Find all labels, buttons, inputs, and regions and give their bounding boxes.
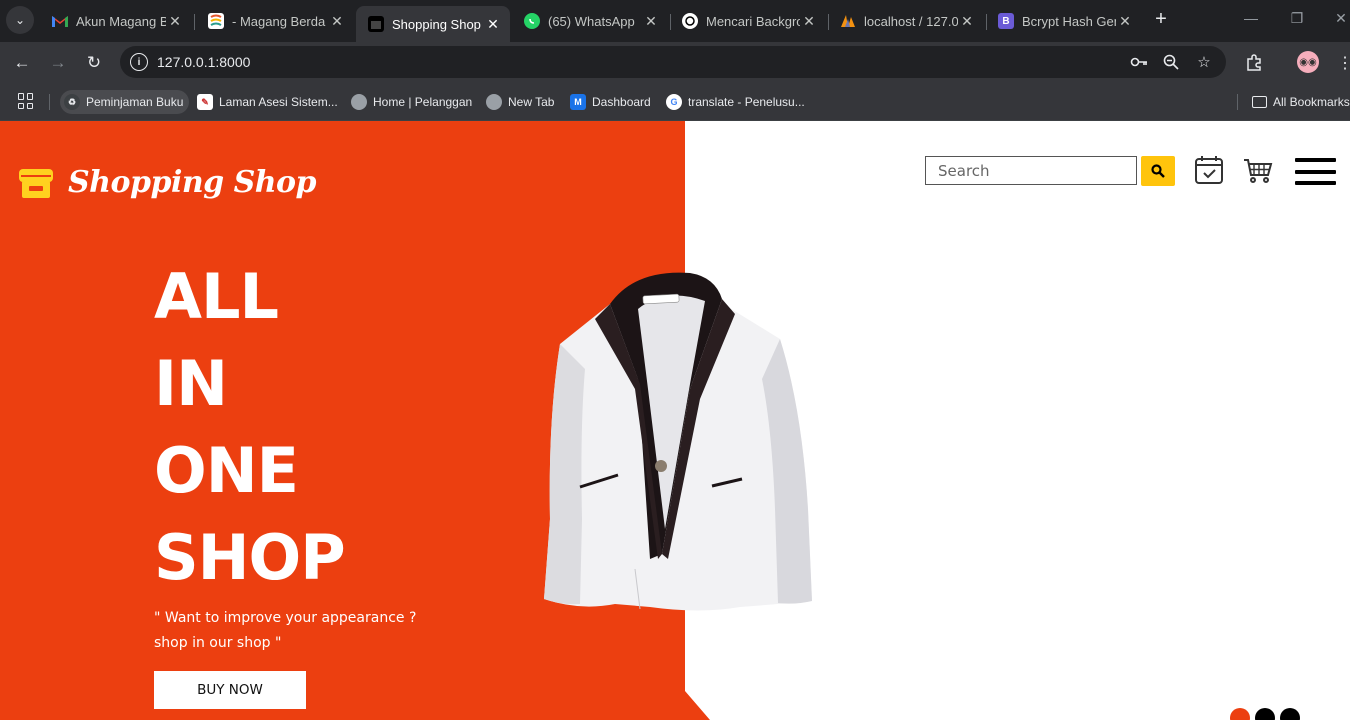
headline-line: ALL (154, 260, 279, 333)
brand-name: Shopping Shop (68, 165, 317, 200)
new-tab-button[interactable]: + (1150, 8, 1172, 30)
extensions-icon[interactable] (1243, 52, 1265, 74)
buy-now-button[interactable]: BUY NOW (154, 671, 306, 709)
close-icon[interactable]: ✕ (328, 12, 346, 30)
bookmark-star-icon[interactable]: ☆ (1193, 52, 1215, 72)
bcrypt-icon: B (998, 13, 1014, 29)
tab-label: Mencari Backgro (706, 13, 800, 29)
search-input[interactable] (925, 156, 1137, 185)
bookmark-new-tab[interactable]: New Tab (486, 90, 554, 114)
bookmark-home-pelanggan[interactable]: Home | Pelanggan (351, 90, 472, 114)
profile-avatar[interactable]: ◉◉ (1297, 51, 1319, 73)
bookmark-peminjaman-buku[interactable]: ♻ Peminjaman Buku (60, 90, 190, 114)
google-icon: G (666, 94, 682, 110)
bookmark-label: Dashboard (592, 95, 651, 109)
m-icon: M (570, 94, 586, 110)
tab-label: Bcrypt Hash Gen (1022, 13, 1116, 29)
bookmark-label: translate - Penelusu... (688, 95, 805, 109)
phpmyadmin-icon (840, 13, 856, 29)
tab-magang[interactable]: - Magang Berda ✕ (196, 6, 354, 36)
bookmark-label: Peminjaman Buku (86, 95, 184, 109)
hero-headline: ALL IN ONE SHOP (154, 253, 346, 601)
back-button[interactable]: ← (11, 52, 33, 74)
tab-label: - Magang Berda (232, 13, 326, 29)
key-icon[interactable] (1128, 52, 1150, 72)
headline-line: SHOP (154, 521, 346, 594)
browser-chrome: ⌄ Akun Magang Be ✕ - Magang Berda ✕ Shop… (0, 0, 1350, 121)
tab-shopping-shop[interactable]: Shopping Shop ✕ (356, 6, 510, 42)
hero-tagline: " Want to improve your appearance ? shop… (154, 606, 416, 656)
forward-button[interactable]: → (47, 52, 69, 74)
headline-line: IN (154, 347, 228, 420)
close-icon[interactable]: ✕ (1116, 12, 1134, 30)
minimize-button[interactable]: — (1236, 10, 1266, 26)
bookmarks-bar: ♻ Peminjaman Buku ✎ Laman Asesi Sistem..… (0, 82, 1350, 121)
zoom-icon[interactable] (1160, 52, 1182, 72)
whatsapp-icon (524, 13, 540, 29)
slide-dot[interactable] (1230, 708, 1250, 720)
folder-icon (1252, 96, 1267, 108)
tab-strip: ⌄ Akun Magang Be ✕ - Magang Berda ✕ Shop… (0, 0, 1350, 42)
browser-toolbar: ← → ↻ i 127.0.0.1:8000 ☆ ◉◉ ⋮ (0, 42, 1350, 82)
slider-dots (1230, 708, 1300, 720)
calendar-icon[interactable] (1193, 154, 1225, 186)
bookmark-label: Laman Asesi Sistem... (219, 95, 338, 109)
all-bookmarks[interactable]: All Bookmarks (1252, 90, 1350, 114)
store-icon (19, 167, 53, 199)
tab-phpmyadmin[interactable]: localhost / 127.0 ✕ (828, 6, 984, 36)
close-icon[interactable]: ✕ (642, 12, 660, 30)
cart-icon[interactable] (1242, 154, 1274, 186)
globe-icon (351, 94, 367, 110)
brand-logo[interactable]: Shopping Shop (19, 165, 317, 200)
globe-icon (486, 94, 502, 110)
apps-grid-icon[interactable] (18, 93, 34, 109)
tab-bcrypt[interactable]: B Bcrypt Hash Gen ✕ (986, 6, 1142, 36)
tab-chatgpt[interactable]: Mencari Backgro ✕ (670, 6, 826, 36)
bookmark-label: Home | Pelanggan (373, 95, 473, 109)
tab-gmail[interactable]: Akun Magang Be ✕ (40, 6, 192, 36)
slide-dot[interactable] (1280, 708, 1300, 720)
search-icon (1151, 164, 1165, 178)
chatgpt-icon (682, 13, 698, 29)
shop-page: Shopping Shop ALL IN ONE SHOP " Want to … (0, 121, 1350, 720)
tab-whatsapp[interactable]: (65) WhatsApp ✕ (512, 6, 668, 36)
restore-button[interactable]: ❐ (1282, 10, 1312, 27)
address-bar[interactable]: i 127.0.0.1:8000 ☆ (120, 46, 1226, 78)
shop-icon (368, 16, 384, 32)
bookmark-laman-asesi[interactable]: ✎ Laman Asesi Sistem... (197, 90, 338, 114)
close-icon[interactable]: ✕ (958, 12, 976, 30)
hamburger-menu-icon[interactable] (1295, 158, 1336, 185)
doc-icon (208, 13, 224, 29)
close-window-button[interactable]: ✕ (1326, 10, 1350, 27)
url-text: 127.0.0.1:8000 (157, 54, 251, 70)
search-button[interactable] (1141, 156, 1175, 186)
tab-label: localhost / 127.0 (864, 13, 958, 29)
tab-search-button[interactable]: ⌄ (6, 6, 34, 34)
bookmark-dashboard[interactable]: M Dashboard (570, 90, 651, 114)
tab-label: (65) WhatsApp (548, 13, 635, 29)
slide-dot[interactable] (1255, 708, 1275, 720)
tagline-line: shop in our shop " (154, 635, 282, 651)
product-jacket-image (540, 269, 820, 614)
close-icon[interactable]: ✕ (166, 12, 184, 30)
tagline-line: " Want to improve your appearance ? (154, 610, 417, 626)
gmail-icon (52, 13, 68, 29)
headline-line: ONE (154, 434, 299, 507)
close-icon[interactable]: ✕ (484, 15, 502, 33)
close-icon[interactable]: ✕ (800, 12, 818, 30)
bookmark-label: New Tab (508, 95, 555, 109)
tab-label: Shopping Shop (392, 16, 481, 32)
bookmark-translate[interactable]: G translate - Penelusu... (666, 90, 805, 114)
site-info-icon[interactable]: i (130, 53, 148, 71)
tab-label: Akun Magang Be (76, 13, 166, 29)
reload-button[interactable]: ↻ (83, 52, 105, 74)
recycle-icon: ♻ (64, 94, 80, 110)
all-bookmarks-label: All Bookmarks (1273, 95, 1350, 109)
menu-kebab-icon[interactable]: ⋮ (1334, 52, 1350, 74)
asesi-icon: ✎ (197, 94, 213, 110)
